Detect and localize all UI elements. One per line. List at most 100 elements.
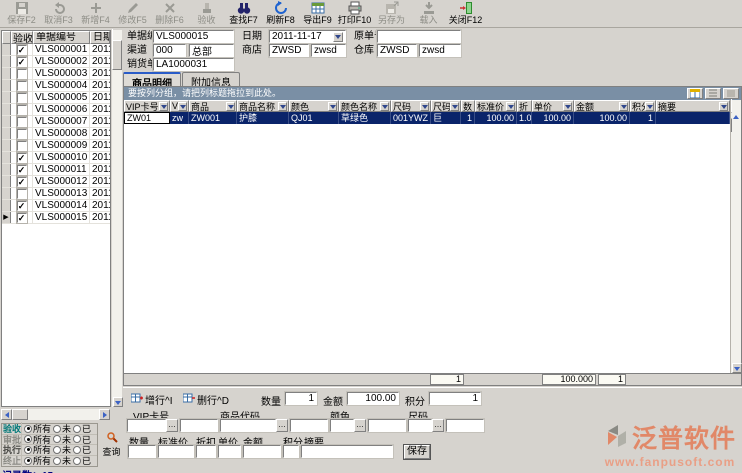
delete-button[interactable]: 删除F6 [151,0,188,27]
cell-size[interactable]: 001YWZ [391,112,431,124]
qty-input[interactable] [128,445,156,458]
vip-card-browse-button[interactable]: … [166,419,178,432]
print-button[interactable]: 打印F10 [336,0,373,27]
cell-product[interactable]: ZW001 [189,112,237,124]
shop-name-input[interactable] [311,44,346,57]
document-list-row[interactable]: ✓ VLS000010 2011-1 [2,152,110,164]
shop-code-input[interactable] [269,44,309,57]
accept-checkbox[interactable] [17,129,27,139]
accept-checkbox[interactable] [17,81,27,91]
vscroll-thumb[interactable] [112,40,122,70]
scroll-left-arrow[interactable] [1,409,12,420]
grid-selected-row[interactable]: ZW01 zw ZW001 护膝 QJ01 草绿色 001YWZ 巨 1 100… [124,112,730,124]
radio-done[interactable] [73,446,81,454]
warehouse-name-input[interactable] [419,44,461,57]
size-input[interactable] [408,419,432,432]
amount-input[interactable] [243,445,281,458]
memo-input[interactable] [301,445,393,458]
radio-not[interactable] [53,457,61,465]
filter-arrow-icon[interactable] [380,102,389,111]
column-select-button[interactable] [687,88,703,99]
accept-checkbox[interactable] [17,117,27,127]
color-browse-button[interactable]: … [354,419,366,432]
filter-arrow-icon[interactable] [619,102,628,111]
accept-checkbox[interactable]: ✓ [17,165,27,175]
check-column-header[interactable]: 验收 [11,31,33,44]
hscroll-thumb[interactable] [12,409,28,420]
size-name-input[interactable] [446,419,484,432]
channel-name-input[interactable] [189,44,234,57]
radio-done[interactable] [73,435,81,443]
cell-amount[interactable]: 100.00 [574,112,630,124]
cell-color[interactable]: QJ01 [289,112,339,124]
cell-qty[interactable]: 1 [461,112,475,124]
grid-vscrollbar[interactable] [730,100,741,373]
accept-checkbox[interactable] [17,93,27,103]
col-header-size-name[interactable]: 尺码名称 [431,100,461,112]
warehouse-code-input[interactable] [377,44,417,57]
add-button[interactable]: 新增F4 [77,0,114,27]
col-header-qty[interactable]: 数 [461,100,475,112]
find-button[interactable]: 查找F7 [225,0,262,27]
document-list-row[interactable]: ✓ VLS000011 2011-1 [2,164,110,176]
chevron-down-icon[interactable] [333,32,343,42]
sku-browse-button[interactable]: … [276,419,288,432]
accept-checkbox[interactable]: ✓ [17,201,27,211]
radio-not[interactable] [53,435,61,443]
scroll-up-arrow[interactable] [731,99,741,132]
document-list-row[interactable]: VLS000004 2011-1 [2,80,110,92]
document-list-row[interactable]: ✓ VLS000014 2011-1 [2,200,110,212]
col-header-vip-card[interactable]: VIP卡号 [124,100,170,112]
accept-checkbox[interactable]: ✓ [17,177,27,187]
document-list-hscrollbar[interactable] [1,409,110,420]
filter-arrow-icon[interactable] [506,102,515,111]
document-list-row[interactable]: VLS000005 2011-1 [2,92,110,104]
col-header-vip[interactable]: VIP [170,100,189,112]
sku-input[interactable] [220,419,276,432]
cell-vip[interactable]: zw [170,112,189,124]
add-row-button[interactable]: 增行^I [129,392,174,406]
refresh-button[interactable]: 刷新F8 [262,0,299,27]
filter-arrow-icon[interactable] [563,102,572,111]
std-price-input[interactable] [158,445,194,458]
cell-points[interactable]: 1 [630,112,656,124]
discount-input[interactable] [196,445,216,458]
accept-checkbox[interactable] [17,69,27,79]
col-header-memo[interactable]: 摘要 [656,100,730,112]
radio-all[interactable] [24,457,32,465]
scroll-right-arrow[interactable] [99,409,110,420]
document-list-row[interactable]: ✓ VLS000001 2011-1 [2,44,110,56]
col-header-product-name[interactable]: 商品名称 [237,100,289,112]
filter-arrow-icon[interactable] [159,102,168,111]
groupby-bar[interactable]: 要按列分组，请把列标题拖拉到此处。 [124,87,741,100]
tab-product-detail[interactable]: 商品明细 [123,72,181,87]
filter-arrow-icon[interactable] [719,102,728,111]
document-list-row[interactable]: ✓ VLS000002 2011-1 [2,56,110,68]
scroll-down-arrow[interactable] [113,397,123,407]
radio-all[interactable] [24,446,32,454]
document-list-row[interactable]: VLS000006 2011-1 [2,104,110,116]
save-as-button[interactable]: 另存为 [373,0,410,27]
accept-checkbox[interactable] [17,141,27,151]
cell-vip-card-editing[interactable]: ZW01 [124,112,170,124]
cancel-button[interactable]: 取消F3 [40,0,77,27]
radio-done[interactable] [73,425,81,433]
cell-discount[interactable]: 1.00 [517,112,532,124]
col-header-size[interactable]: 尺码 [391,100,431,112]
col-header-discount[interactable]: 折 [517,100,532,112]
size-browse-button[interactable]: … [432,419,444,432]
export-button[interactable]: 导出F9 [299,0,336,27]
color-input[interactable] [330,419,354,432]
filter-arrow-icon[interactable] [645,102,654,111]
col-header-price[interactable]: 单价 [532,100,574,112]
filter-arrow-icon[interactable] [178,102,187,111]
orig-no-input[interactable] [377,30,461,43]
save-row-button[interactable]: 保存 [404,445,430,459]
cell-memo[interactable] [656,112,730,124]
price-input[interactable] [218,445,241,458]
accept-checkbox[interactable]: ✓ [17,153,27,163]
document-list-row[interactable]: VLS000007 2011-1 [2,116,110,128]
col-header-std-price[interactable]: 标准价 [475,100,517,112]
points-input[interactable] [283,445,299,458]
radio-not[interactable] [53,446,61,454]
